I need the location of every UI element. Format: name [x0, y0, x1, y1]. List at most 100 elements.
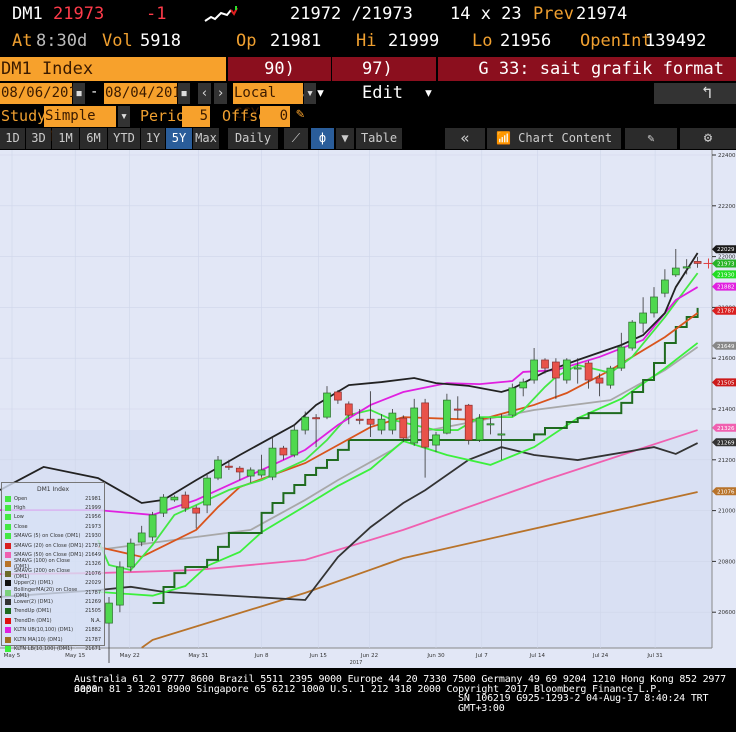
candle-body — [225, 465, 233, 468]
legend-item-name: Low — [14, 514, 24, 521]
legend-item: BollingerMA(20) on Close (DM1) 21787 — [2, 587, 104, 599]
candle-body — [170, 496, 179, 501]
legend-item-name: Lower(2) (DM1) — [14, 598, 53, 605]
range-button-1m[interactable]: 1M — [52, 128, 79, 149]
axis-value-tag-label: 21326 — [717, 426, 735, 432]
collapse-button[interactable]: « — [445, 128, 485, 149]
edit-annotations-icon[interactable]: ✎ — [625, 128, 677, 149]
edit-menu[interactable]: 97) Edit ▾ — [332, 57, 436, 103]
year-label: 2017 — [350, 660, 363, 666]
start-date-field[interactable]: 08/06/2012 — [0, 83, 85, 104]
chevron-down-icon[interactable]: ▾ — [304, 83, 316, 104]
chevron-down-icon[interactable]: ▾ — [118, 106, 130, 127]
candle-body — [443, 399, 451, 434]
open-interest-value: 139492 — [645, 31, 707, 51]
range-button-max[interactable]: Max — [193, 128, 219, 149]
range-button-5y[interactable]: 5Y — [166, 128, 192, 149]
legend-swatch — [5, 561, 11, 568]
candlestick-icon[interactable]: ф — [311, 128, 334, 149]
axis-value-tag-label: 21930 — [717, 272, 735, 278]
pencil-icon[interactable]: ✎ — [296, 106, 304, 122]
x-tick-label: Jul 7 — [475, 653, 488, 659]
candle-body — [323, 392, 331, 418]
chart-content-button[interactable]: 📶 Chart Content — [487, 128, 621, 149]
legend-item-name: SMAVG (5) on Close (DM1) — [14, 533, 81, 540]
candle-body — [508, 387, 517, 416]
currency-select[interactable]: Local CCY — [233, 83, 303, 122]
legend-swatch — [5, 617, 11, 624]
candle-body — [192, 507, 201, 514]
candle-body — [246, 469, 255, 477]
table-button[interactable]: Table — [356, 128, 402, 149]
candle-body — [290, 429, 299, 456]
axis-value-tag-label: 21269 — [717, 440, 735, 446]
axis-value-tag-label: 21076 — [717, 489, 735, 495]
axis-value-tag-label: 21505 — [717, 380, 735, 386]
axis-value-tag-label: 21973 — [717, 261, 735, 267]
legend-item-value: 21999 — [85, 505, 101, 512]
legend-item: TrendUp (DM1) 21505 — [2, 607, 104, 616]
x-tick-label: Jun 22 — [360, 653, 378, 659]
legend-swatch — [5, 645, 11, 652]
legend-swatch — [5, 598, 11, 605]
candle-body — [214, 459, 222, 479]
legend-swatch — [5, 552, 11, 559]
frequency-select[interactable]: Daily ▼ — [228, 128, 278, 166]
candle-body — [421, 402, 429, 448]
legend-item-value: 21269 — [85, 598, 101, 605]
security-field[interactable]: DM1 Index — [0, 57, 226, 81]
offset-input[interactable]: 0 — [260, 106, 290, 127]
gear-icon[interactable]: ⚙ — [680, 128, 736, 149]
candle-body — [639, 312, 647, 324]
next-period-button[interactable]: › — [214, 83, 227, 104]
legend-item-value: 21505 — [85, 608, 101, 615]
study-select[interactable]: Simple MA — [44, 106, 116, 145]
low-value: 21956 — [500, 31, 552, 51]
candle-body — [148, 514, 157, 538]
at-label: At — [12, 31, 33, 51]
candle — [562, 358, 571, 384]
back-arrow-button[interactable]: ↰ — [654, 83, 736, 104]
legend-swatch — [5, 505, 11, 512]
axis-value-tag-label: 21787 — [717, 309, 735, 315]
high-value: 21999 — [388, 31, 440, 51]
end-date-field[interactable]: 08/04/2017 — [104, 83, 189, 104]
candle-body — [235, 467, 244, 473]
quote-time: 8:30d — [36, 31, 88, 51]
candle-body — [595, 377, 604, 384]
candle-body — [453, 408, 462, 411]
bid-ask: 21972 /21973 — [290, 4, 413, 24]
calendar-icon[interactable]: ▪ — [73, 83, 85, 104]
legend-item: Lower(2) (DM1) 21269 — [2, 597, 104, 606]
actions-menu[interactable]: 90) Actions ▾ — [228, 57, 331, 103]
prev-period-button[interactable]: ‹ — [198, 83, 211, 104]
y-tick-label: 21000 — [718, 509, 736, 515]
y-tick-label: 21200 — [718, 458, 736, 464]
line-chart-icon[interactable]: ⟋ — [284, 128, 308, 149]
legend-item: Open 21981 — [2, 494, 104, 503]
range-button-3d[interactable]: 3D — [26, 128, 51, 149]
calendar-icon[interactable]: ▪ — [178, 83, 190, 104]
range-button-1d[interactable]: 1D — [0, 128, 25, 149]
x-tick-label: Jun 30 — [426, 653, 445, 659]
legend-item: KLTN LB(10,100) (DM1) 21671 — [2, 644, 104, 653]
period-input[interactable]: 5 — [182, 106, 210, 127]
candle-body — [268, 447, 277, 478]
legend-item-value: 21930 — [85, 533, 101, 540]
legend-item-value: 21956 — [85, 514, 101, 521]
range-button-1y[interactable]: 1Y — [141, 128, 165, 149]
range-button-6m[interactable]: 6M — [80, 128, 107, 149]
legend-item-value: 21787 — [85, 636, 101, 643]
price-chart[interactable]: 2240022200220002180021600214002120021000… — [0, 150, 736, 668]
candle-body — [257, 469, 266, 476]
candle-body — [486, 423, 495, 426]
candle-body — [181, 494, 190, 509]
legend-swatch — [5, 589, 11, 596]
candle-body — [606, 367, 615, 386]
legend-swatch — [5, 570, 11, 577]
chevron-down-icon[interactable]: ▼ — [336, 128, 354, 149]
legend-item-value: 21882 — [85, 627, 101, 634]
y-tick-label: 22200 — [718, 204, 736, 210]
range-button-ytd[interactable]: YTD — [108, 128, 140, 149]
x-tick-label: Jun 8 — [254, 653, 269, 659]
